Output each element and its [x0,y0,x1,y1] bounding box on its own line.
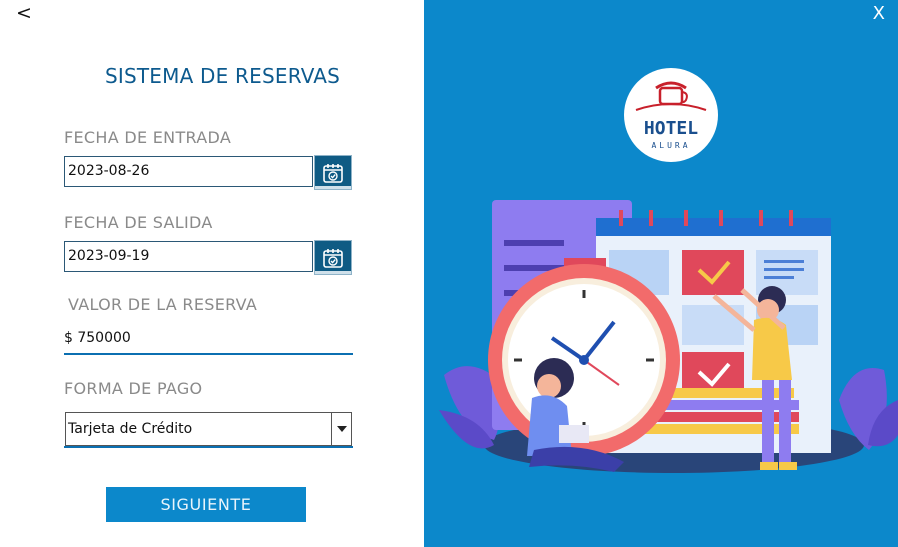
amount-value: $ 750000 [64,330,131,346]
check-in-date-value: 2023-08-26 [68,163,150,179]
payment-method-value: Tarjeta de Crédito [68,421,193,437]
illustration-panel: X HOTEL ALURA [424,0,898,547]
page-title: SISTEMA DE RESERVAS [105,64,341,88]
payment-label: FORMA DE PAGO [64,379,203,398]
hotel-booking-illustration: HOTEL ALURA [439,68,898,473]
dropdown-arrow-icon[interactable] [331,413,351,445]
check-out-date-value: 2023-09-19 [68,248,150,264]
next-button[interactable]: SIGUIENTE [106,487,306,522]
check-out-calendar-button[interactable] [314,240,352,275]
amount-field[interactable]: $ 750000 [64,327,353,355]
payment-underline [64,446,353,448]
booking-form-panel: < SISTEMA DE RESERVAS FECHA DE ENTRADA 2… [0,0,424,547]
payment-method-select[interactable]: Tarjeta de Crédito [65,412,352,446]
check-in-label: FECHA DE ENTRADA [64,128,232,147]
check-in-calendar-button[interactable] [314,155,352,190]
hotel-logo-subtext: ALURA [651,141,690,150]
calendar-check-icon [323,163,343,183]
back-button[interactable]: < [16,2,32,24]
hotel-logo-text: HOTEL [644,118,698,139]
check-out-label: FECHA DE SALIDA [64,213,213,232]
hotel-logo-icon: HOTEL ALURA [624,68,718,162]
check-in-date-field[interactable]: 2023-08-26 [64,156,313,187]
amount-label: VALOR DE LA RESERVA [68,295,258,314]
calendar-check-icon [323,248,343,268]
check-out-date-field[interactable]: 2023-09-19 [64,241,313,272]
